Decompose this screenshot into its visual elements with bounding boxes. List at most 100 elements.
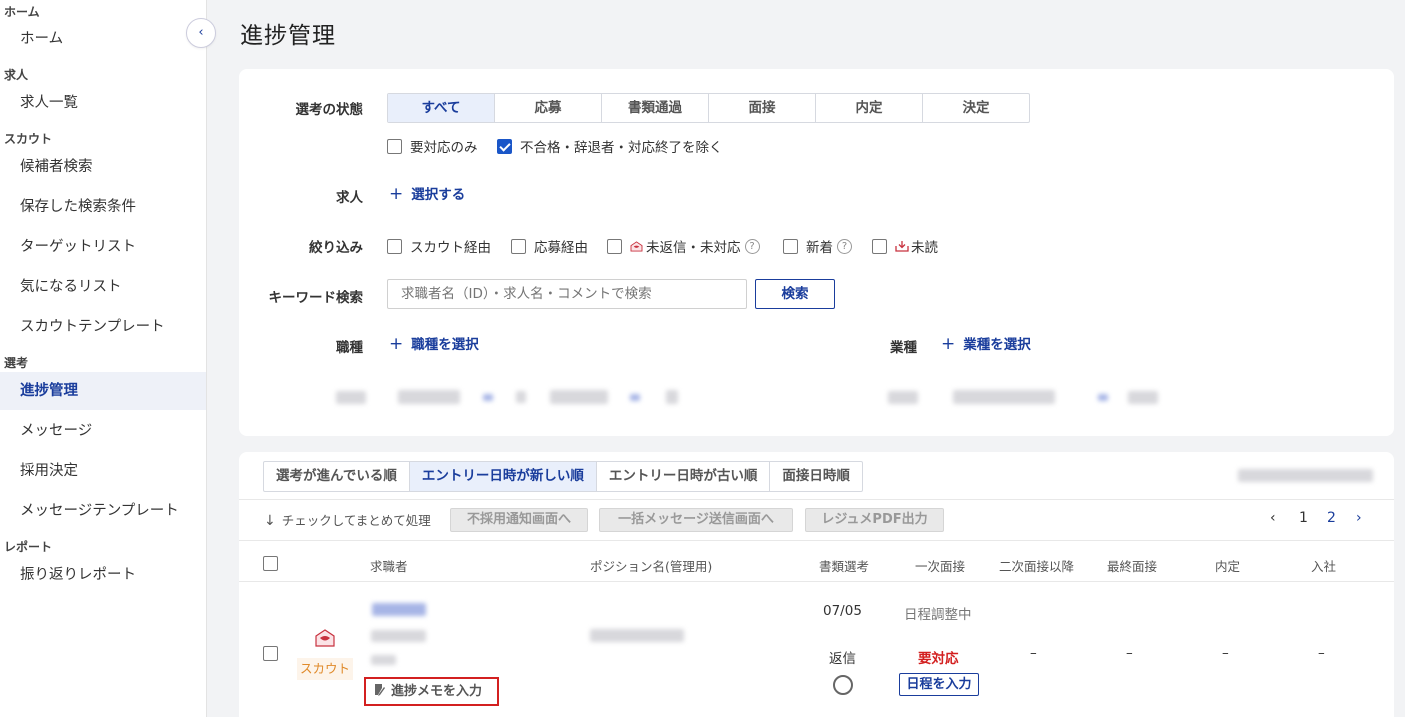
search-button[interactable]: 検索 [755, 279, 835, 309]
status-tabs: すべて 応募 書類通過 面接 内定 決定 [387, 93, 1030, 123]
col-header-doc-screening: 書類選考 [819, 559, 870, 574]
status-tab-offer[interactable]: 内定 [816, 94, 923, 122]
checkbox-box-checked[interactable] [497, 138, 512, 154]
joined-value: – [1318, 645, 1325, 661]
sidebar-item-review-report[interactable]: 振り返りレポート [0, 556, 206, 594]
sidebar-item-interest-list[interactable]: 気になるリスト [0, 268, 206, 306]
job-type-select-link[interactable]: + 職種を選択 [389, 333, 479, 354]
help-icon[interactable]: ? [837, 238, 852, 254]
filter-via-application[interactable]: 応募経由 [511, 236, 588, 256]
sidebar-section-scout: スカウト [4, 132, 53, 146]
checkbox-box[interactable] [387, 238, 402, 254]
enter-schedule-button[interactable]: 日程を入力 [899, 673, 979, 696]
sort-tab-progress[interactable]: 選考が進んでいる順 [264, 462, 410, 491]
col-header-joined: 入社 [1311, 559, 1337, 574]
job-select-label: 選択する [411, 187, 466, 203]
plus-icon: + [389, 334, 404, 354]
plus-icon: + [389, 184, 404, 204]
resume-pdf-button[interactable]: レジュメPDF出力 [805, 508, 944, 532]
col-header-position: ポジション名(管理用) [590, 559, 713, 574]
checkbox-box[interactable] [511, 238, 526, 254]
page-title: 進捗管理 [240, 23, 336, 49]
help-icon[interactable]: ? [744, 238, 760, 254]
industry-select-label: 業種を選択 [963, 337, 1031, 353]
redacted-text [371, 655, 396, 665]
pager-page-2[interactable]: 2 [1327, 510, 1336, 526]
divider [239, 581, 1394, 582]
exclude-rejected-checkbox[interactable]: 不合格・辞退者・対応終了を除く [497, 136, 723, 156]
sort-tabs: 選考が進んでいる順 エントリー日時が新しい順 エントリー日時が古い順 面接日時順 [263, 461, 863, 492]
bulk-action-text: チェックしてまとめて処理 [281, 513, 431, 528]
arrow-down-icon: ↓ [264, 513, 276, 529]
final-interview-value: – [1126, 645, 1133, 661]
row-checkbox[interactable] [263, 646, 278, 661]
filter-new[interactable]: 新着 ? [783, 236, 852, 256]
sidebar-section-jobs: 求人 [4, 68, 29, 82]
sidebar-item-job-list[interactable]: 求人一覧 [0, 84, 206, 122]
sidebar-item-hire-decision[interactable]: 採用決定 [0, 452, 206, 490]
checkbox-box[interactable] [783, 238, 798, 254]
sidebar-item-progress[interactable]: 進捗管理 [0, 372, 206, 410]
sort-tab-oldest-entry[interactable]: エントリー日時が古い順 [597, 462, 771, 491]
job-label: 求人 [336, 190, 363, 206]
sidebar-collapse-button[interactable]: ‹ [186, 18, 216, 48]
redacted-text [516, 391, 526, 403]
redacted-text [953, 390, 1055, 404]
pager-next-icon[interactable]: › [1356, 510, 1362, 526]
sidebar-item-messages[interactable]: メッセージ [0, 412, 206, 450]
needs-action-checkbox[interactable]: 要対応のみ [387, 136, 478, 156]
sidebar-item-home[interactable]: ホーム [0, 20, 206, 58]
status-tab-interview[interactable]: 面接 [709, 94, 816, 122]
status-tab-applied[interactable]: 応募 [495, 94, 602, 122]
sort-tab-interview-date[interactable]: 面接日時順 [770, 462, 862, 491]
redacted-text [398, 390, 460, 404]
progress-memo-button[interactable]: 進捗メモを入力 [364, 677, 499, 706]
scout-badge: スカウト [297, 658, 353, 680]
bulk-message-button[interactable]: 一括メッセージ送信画面へ [599, 508, 793, 532]
plus-icon: + [941, 334, 956, 354]
redacted-text [336, 391, 366, 404]
keyword-search-input[interactable] [387, 279, 747, 309]
filter-unread-label: 未読 [911, 240, 938, 256]
reply-radio[interactable] [833, 675, 853, 695]
redacted-text [1128, 391, 1158, 404]
redacted-text [630, 394, 640, 401]
sidebar-item-message-template[interactable]: メッセージテンプレート [0, 492, 206, 530]
progress-memo-label: 進捗メモを入力 [391, 684, 483, 699]
pager-prev-icon[interactable]: ‹ [1270, 510, 1276, 526]
filter-via-scout[interactable]: スカウト経由 [387, 236, 491, 256]
divider [239, 499, 1394, 500]
select-all-checkbox[interactable] [263, 556, 278, 571]
rejection-notice-button[interactable]: 不採用通知画面へ [450, 508, 588, 532]
sidebar-item-saved-search[interactable]: 保存した検索条件 [0, 188, 206, 226]
status-tab-all[interactable]: すべて [388, 94, 495, 122]
keyword-label: キーワード検索 [268, 290, 364, 306]
sidebar-item-scout-template[interactable]: スカウトテンプレート [0, 308, 206, 346]
job-type-select-label: 職種を選択 [411, 337, 479, 353]
pager-page-1[interactable]: 1 [1299, 510, 1308, 526]
mail-icon [630, 240, 643, 252]
chevron-left-icon: ‹ [198, 25, 204, 40]
industry-label: 業種 [890, 340, 917, 356]
checkbox-box[interactable] [387, 138, 402, 154]
bulk-action-label: ↓ チェックしてまとめて処理 [264, 510, 431, 529]
filter-unread[interactable]: 未読 [872, 236, 938, 256]
checkbox-box[interactable] [872, 238, 887, 254]
checkbox-box[interactable] [607, 238, 622, 254]
sidebar-item-candidate-search[interactable]: 候補者検索 [0, 148, 206, 186]
doc-screening-date: 07/05 [823, 603, 862, 619]
status-tab-decided[interactable]: 決定 [923, 94, 1029, 122]
filter-unreplied[interactable]: 未返信・未対応 ? [607, 236, 760, 256]
doc-screening-status: 返信 [829, 651, 856, 667]
industry-select-link[interactable]: + 業種を選択 [941, 333, 1031, 354]
edit-note-icon [375, 684, 385, 696]
job-select-link[interactable]: + 選択する [389, 183, 465, 204]
sort-tab-newest-entry[interactable]: エントリー日時が新しい順 [409, 462, 597, 491]
needs-action-label: 要対応のみ [410, 140, 478, 156]
redacted-candidate-name[interactable] [372, 603, 426, 616]
sidebar-item-target-list[interactable]: ターゲットリスト [0, 228, 206, 266]
col-header-second-interview: 二次面接以降 [999, 559, 1075, 574]
col-header-candidate: 求職者 [370, 559, 408, 574]
redacted-text [666, 390, 678, 404]
status-tab-doc-passed[interactable]: 書類通過 [602, 94, 709, 122]
